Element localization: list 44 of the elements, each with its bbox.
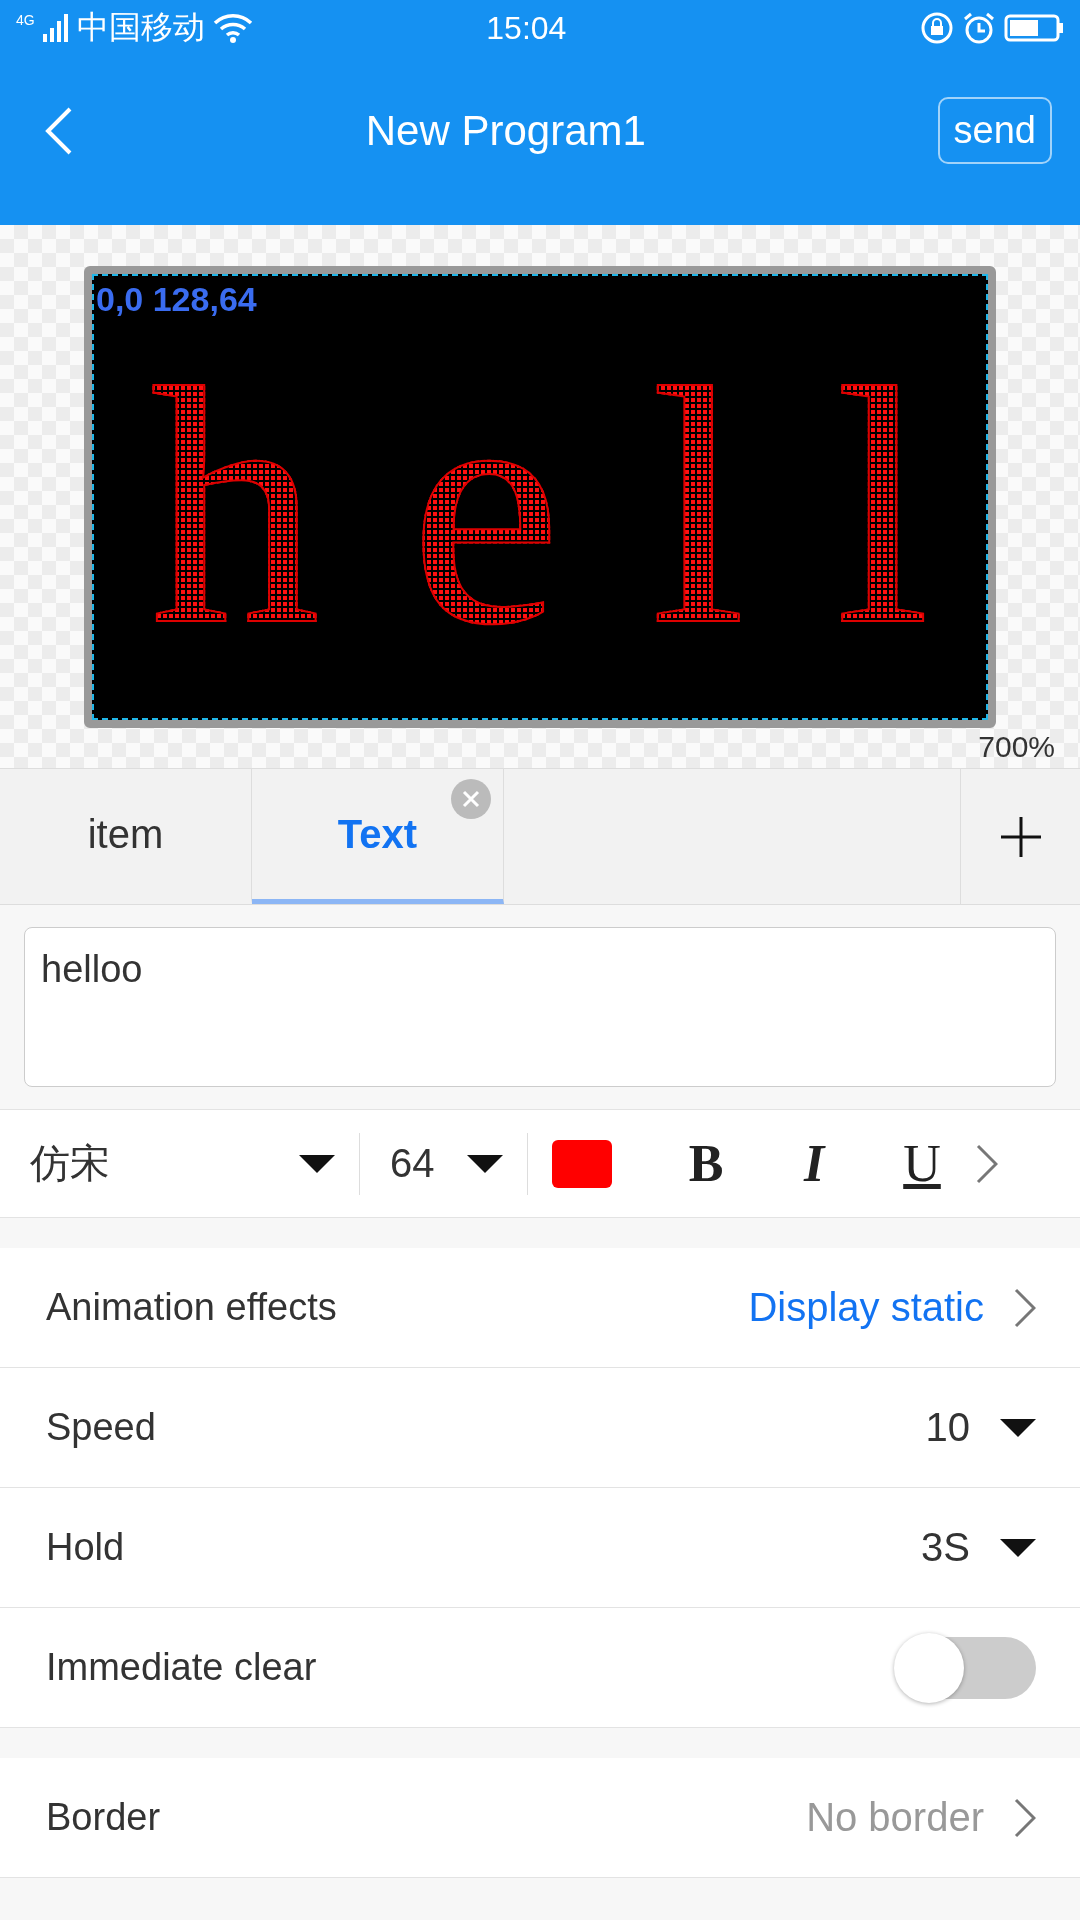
setting-value: 10 [925, 1405, 970, 1450]
settings-row[interactable]: Hold 3S [0, 1488, 1080, 1608]
setting-value: Display static [748, 1285, 984, 1330]
setting-label: Immediate clear [46, 1646, 318, 1689]
tab[interactable]: Text [252, 769, 504, 904]
signal-icon [42, 14, 69, 42]
battery-icon [1004, 14, 1064, 42]
setting-value: No border [806, 1795, 984, 1840]
bold-button[interactable]: B [652, 1133, 760, 1194]
size-dropdown[interactable]: 64 [360, 1132, 528, 1195]
text-input-field[interactable]: helloo [24, 927, 1056, 1087]
chevron-right-icon [976, 1143, 998, 1184]
tab[interactable]: item [0, 769, 252, 904]
plus-icon [998, 814, 1043, 859]
settings-row[interactable]: Animation effects Display static [0, 1248, 1080, 1368]
chevron-right-icon [1014, 1287, 1036, 1328]
network-type: 4G [16, 12, 35, 28]
settings-row[interactable]: Immediate clear [0, 1608, 1080, 1728]
caret-icon [1000, 1538, 1036, 1557]
color-swatch[interactable] [552, 1139, 612, 1188]
setting-value: 3S [921, 1525, 970, 1570]
font-dropdown[interactable]: 仿宋 [0, 1132, 360, 1195]
settings-row[interactable]: Speed 10 [0, 1368, 1080, 1488]
coordinates-label: 0,0 128,64 [96, 279, 257, 319]
setting-label: Hold [46, 1526, 126, 1569]
rotation-lock-icon [920, 11, 954, 45]
page-title: New Program1 [364, 106, 647, 155]
setting-label: Animation effects [46, 1286, 338, 1329]
underline-button[interactable]: U [868, 1133, 976, 1194]
setting-label: Speed [46, 1406, 157, 1449]
italic-button[interactable]: I [760, 1133, 868, 1194]
close-icon[interactable] [451, 779, 491, 819]
setting-label: Border [46, 1796, 162, 1839]
caret-icon [467, 1154, 503, 1173]
wifi-icon [212, 13, 253, 43]
settings-row[interactable]: Border No border [0, 1758, 1080, 1878]
caret-icon [1000, 1418, 1036, 1437]
alarm-icon [962, 11, 996, 45]
zoom-level: 700% [978, 730, 1055, 764]
carrier-name: 中国移动 [76, 8, 205, 47]
chevron-right-icon [1014, 1797, 1036, 1838]
clock-time: 15:04 [485, 9, 568, 47]
caret-icon [299, 1154, 335, 1173]
back-icon[interactable] [44, 105, 74, 156]
